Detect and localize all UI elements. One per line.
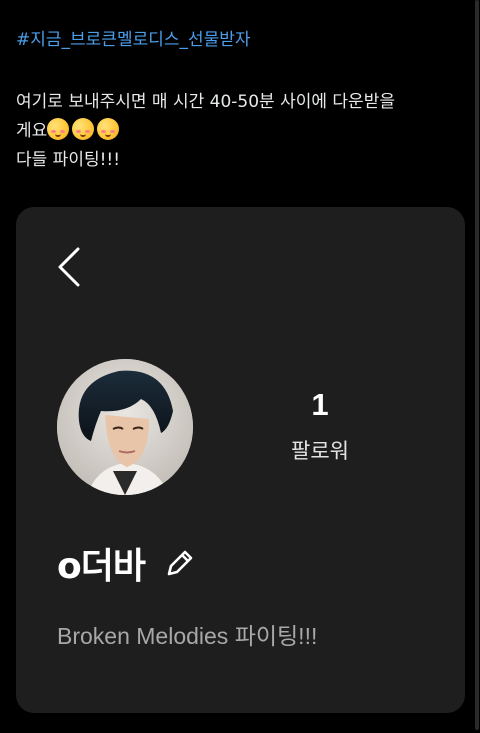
profile-nickname: o더바 [57,546,146,587]
tweet-text-line-2-text: 게요 [16,121,48,141]
avatar[interactable] [57,359,193,495]
emoji-group [47,118,122,141]
edit-nickname-button[interactable] [163,546,197,580]
smiling-face-with-hearts-icon [47,118,70,140]
chevron-left-icon [58,247,80,287]
smiling-face-with-hearts-icon [97,118,120,140]
hashtag-link[interactable]: #지금_브로큰멜로디스_선물받자 [16,28,251,52]
tweet-text-line-1: 여기로 보내주시면 매 시간 40-50분 사이에 다운받을 [16,92,395,112]
followers-stat[interactable]: 1 팔로워 [270,385,370,465]
profile-bio: Broken Melodies 파이팅!!! [57,623,318,649]
back-button[interactable] [54,245,84,289]
avatar-image [57,359,193,495]
tweet-text: 여기로 보내주시면 매 시간 40-50분 사이에 다운받을 게요 다들 파이팅… [16,88,468,175]
tweet-text-line-3: 다들 파이팅!!! [16,150,121,170]
pencil-icon [167,550,193,576]
nickname-row: o더바 [57,535,197,591]
tweet-text-line-2: 게요 [16,117,468,146]
scrollbar[interactable] [475,0,479,730]
followers-count: 1 [311,387,329,422]
followers-label: 팔로워 [291,439,349,463]
profile-screenshot-card[interactable]: 1 팔로워 o더바 Broken Melodies 파이팅!!! [16,207,465,713]
smiling-face-with-hearts-icon [72,118,95,140]
